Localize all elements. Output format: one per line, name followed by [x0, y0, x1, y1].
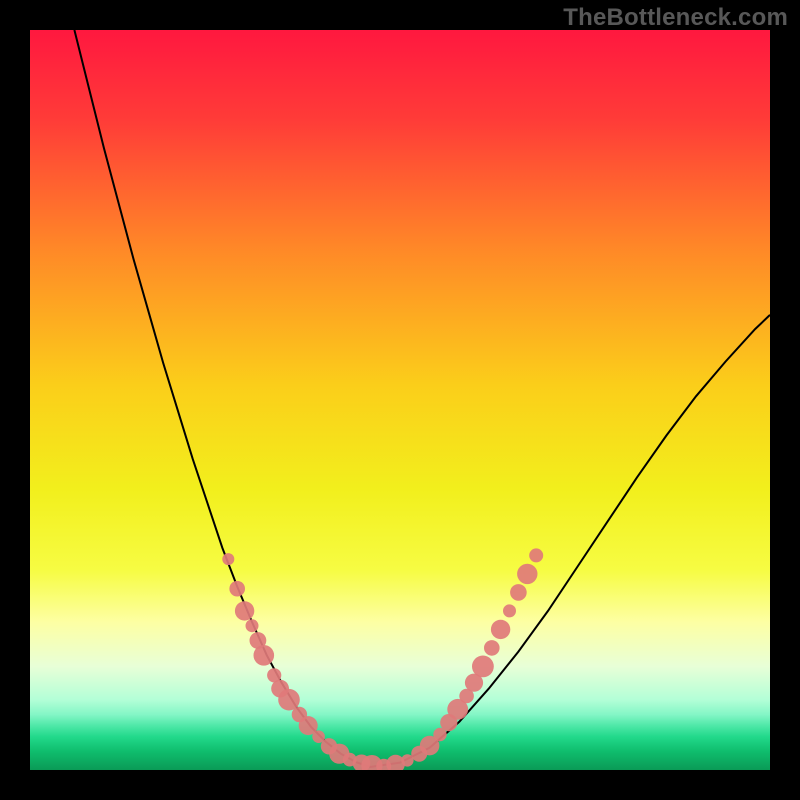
overlay-dot — [254, 645, 275, 666]
overlay-dot — [222, 553, 234, 565]
watermark-text: TheBottleneck.com — [563, 4, 788, 32]
overlay-dot — [229, 581, 245, 597]
gradient-background — [30, 30, 770, 770]
overlay-dot — [278, 689, 300, 711]
overlay-dot — [235, 601, 254, 620]
overlay-dot — [484, 640, 500, 656]
overlay-dot — [510, 584, 527, 601]
chart-svg — [30, 30, 770, 770]
overlay-dot — [503, 604, 516, 617]
plot-area — [30, 30, 770, 770]
overlay-dot — [491, 620, 510, 639]
overlay-dot — [246, 619, 259, 632]
overlay-dot — [529, 548, 543, 562]
chart-frame: TheBottleneck.com — [0, 0, 800, 800]
overlay-dot — [517, 564, 537, 584]
overlay-dot — [472, 656, 494, 678]
